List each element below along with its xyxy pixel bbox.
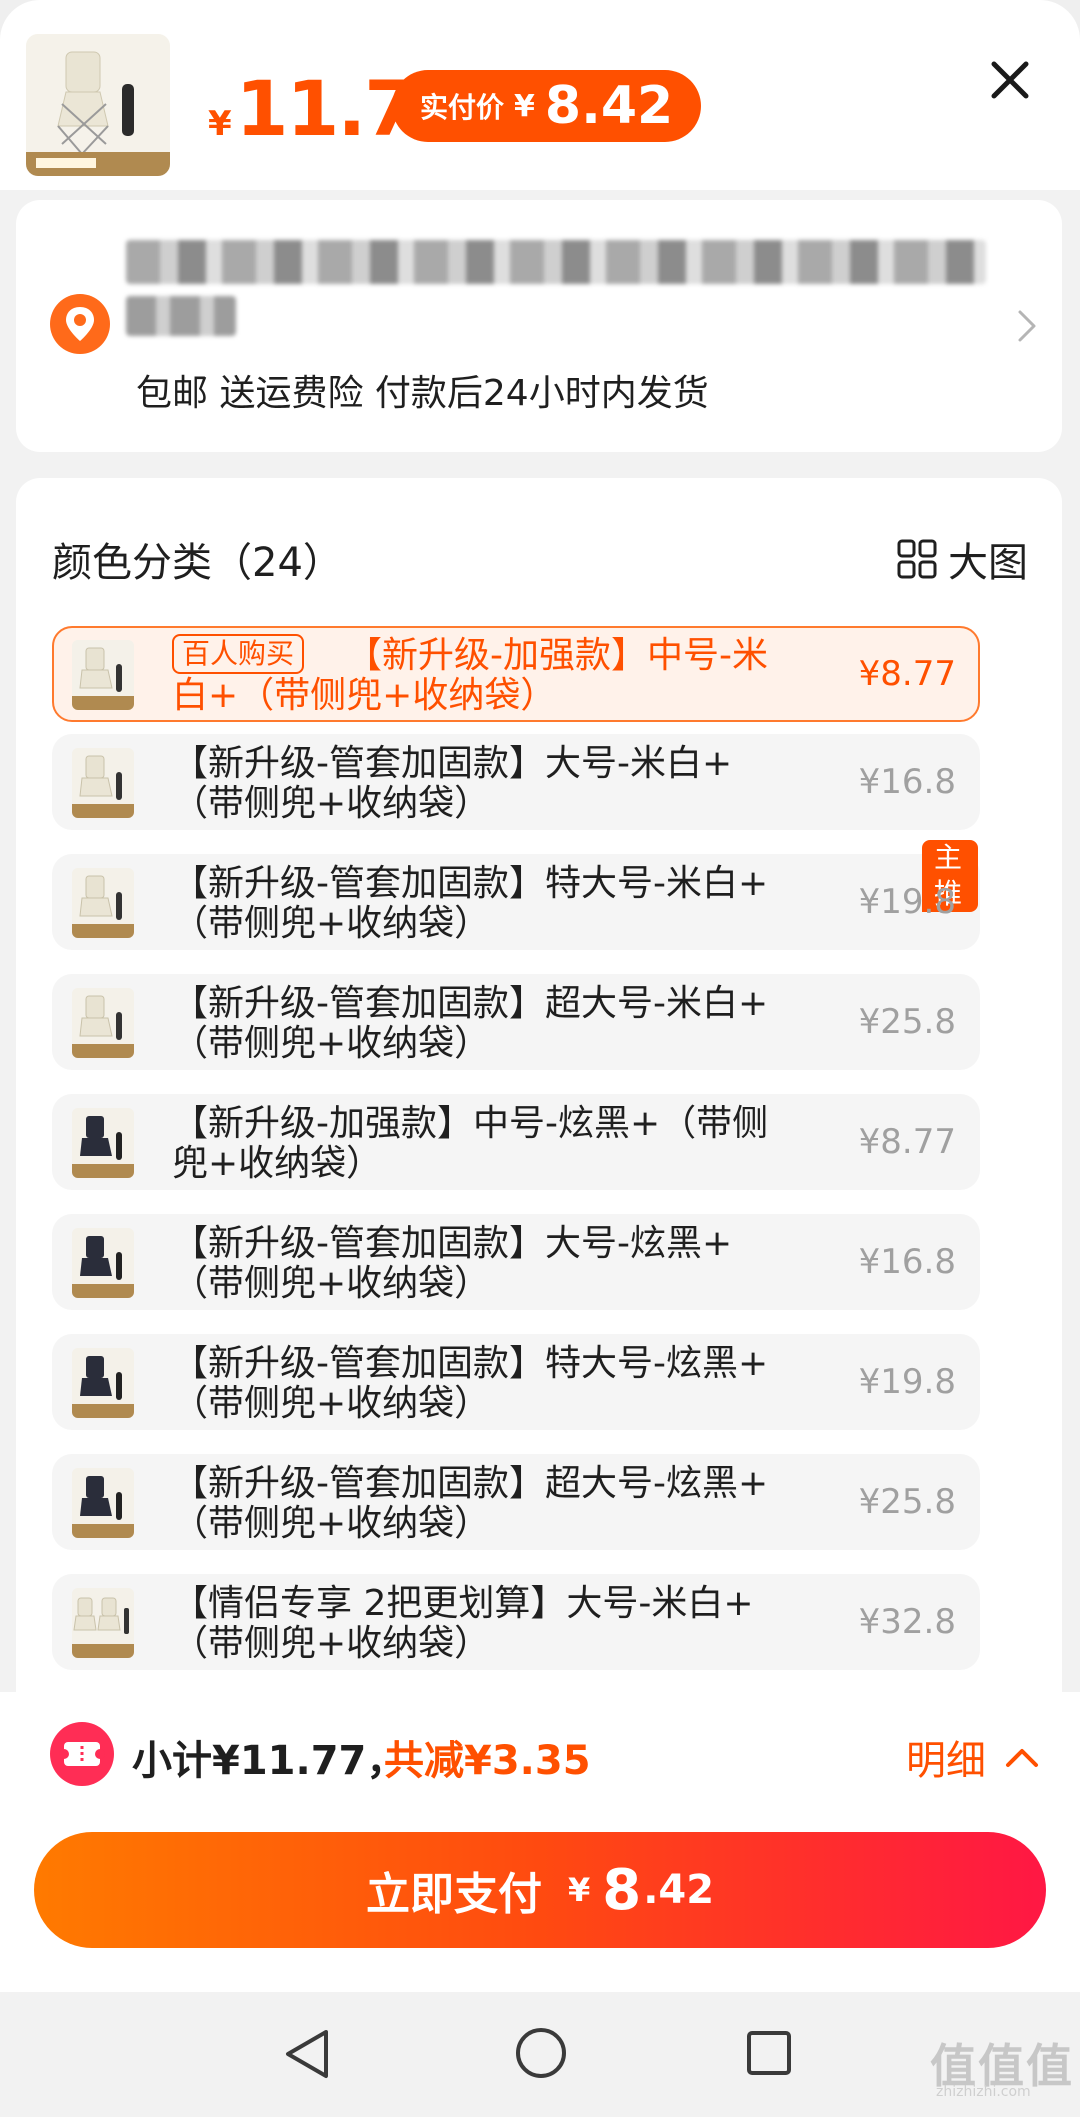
big-image-label: 大图 [948,540,1028,586]
variant-thumbnail [72,1468,134,1538]
variant-option[interactable]: 百人购买 【新升级-加强款】中号-米白+（带侧兜+收纳袋） ¥8.77 [52,626,980,722]
actual-pay-currency: ¥ [514,88,535,124]
discount-text: 共减¥3.35 [384,1738,591,1784]
variant-name: 【新升级-加强款】中号-炫黑+（带侧兜+收纳袋） [172,1103,769,1184]
variant-option[interactable]: 【新升级-管套加固款】特大号-炫黑+（带侧兜+收纳袋） ¥19.8 [52,1334,980,1430]
back-icon[interactable] [282,2026,332,2082]
variant-section-title: 颜色分类（24） [52,540,343,586]
variant-price: ¥16.8 [858,1242,956,1282]
variant-price: ¥16.8 [858,762,956,802]
location-pin-icon [50,294,110,354]
variant-thumbnail [72,1108,134,1178]
coupon-icon [50,1722,114,1786]
address-name-redacted [126,296,236,336]
variant-option[interactable]: 【新升级-管套加固款】超大号-米白+（带侧兜+收纳袋） ¥25.8 [52,974,980,1070]
checkout-footer: 小计¥11.77， 共减¥3.35 明细 立即支付 ¥ 8 .42 [0,1692,1080,1992]
variant-thumbnail [72,640,134,710]
variant-option[interactable]: 【新升级-管套加固款】大号-米白+（带侧兜+收纳袋） ¥16.8 [52,734,980,830]
details-button[interactable]: 明细 [906,1728,1040,1786]
variant-name-wrap: 百人购买 【新升级-加强款】中号-米白+（带侧兜+收纳袋） [172,634,792,716]
actual-pay-label: 实付价 [420,91,505,124]
variant-name: 【新升级-管套加固款】大号-炫黑+（带侧兜+收纳袋） [172,1223,733,1304]
sku-selector-sheet: ¥ 11.77 实付价 ¥ 8.42 包邮 送运费险 付款后24小时内发货 颜色… [0,0,1080,2117]
address-line-redacted [126,240,986,284]
chevron-right-icon[interactable] [1012,306,1042,346]
close-icon[interactable] [986,56,1034,104]
grid-icon [897,539,937,579]
variant-thumbnail [72,1588,134,1658]
variant-price: ¥8.77 [858,1122,956,1162]
shipping-info: 包邮 送运费险 付款后24小时内发货 [136,373,709,414]
pay-now-decimal: .42 [643,1867,715,1913]
pay-now-button[interactable]: 立即支付 ¥ 8 .42 [34,1832,1046,1948]
variant-thumbnail [72,748,134,818]
variant-name: 【新升级-管套加固款】特大号-米白+（带侧兜+收纳袋） [172,863,769,944]
variant-option[interactable]: 【情侣专享 2把更划算】大号-米白+（带侧兜+收纳袋） ¥32.8 [52,1574,980,1670]
variant-price: ¥25.8 [858,1002,956,1042]
chevron-up-icon [1006,1749,1038,1767]
system-nav-bar: 值值值 zhizhizhi.com [0,1992,1080,2117]
variant-name: 【新升级-管套加固款】超大号-炫黑+（带侧兜+收纳袋） [172,1463,769,1544]
product-thumbnail[interactable] [26,34,170,176]
variant-option[interactable]: 【新升级-加强款】中号-炫黑+（带侧兜+收纳袋） ¥8.77 [52,1094,980,1190]
variant-price: ¥19.8 [858,882,956,922]
variant-price: ¥8.77 [858,654,956,694]
pay-now-integer: 8 [602,1857,642,1923]
variant-name: 【新升级-管套加固款】特大号-炫黑+（带侧兜+收纳袋） [172,1343,769,1424]
variant-name: 【新升级-管套加固款】超大号-米白+（带侧兜+收纳袋） [172,983,769,1064]
pay-now-currency: ¥ [567,1871,591,1909]
variant-thumbnail [72,988,134,1058]
sheet-header: ¥ 11.77 实付价 ¥ 8.42 [0,0,1080,190]
variant-thumbnail [72,1348,134,1418]
variant-price: ¥19.8 [858,1362,956,1402]
variant-name: 【情侣专享 2把更划算】大号-米白+（带侧兜+收纳袋） [172,1583,754,1664]
price-currency: ¥ [208,104,232,144]
actual-pay-value: 8.42 [544,76,674,136]
variant-option[interactable]: 【新升级-管套加固款】超大号-炫黑+（带侧兜+收纳袋） ¥25.8 [52,1454,980,1550]
address-card[interactable]: 包邮 送运费险 付款后24小时内发货 [16,200,1062,452]
home-icon[interactable] [514,2026,568,2080]
watermark-url: zhizhizhi.com [936,2084,1031,2100]
variant-option[interactable]: 主推 【新升级-管套加固款】特大号-米白+（带侧兜+收纳袋） ¥19.8 [52,840,980,950]
recent-apps-icon[interactable] [744,2028,794,2078]
variant-card: 颜色分类（24） 大图 百人购买 【新升级-加强款】中号-米白+（带侧兜+收纳袋）… [16,478,1062,1718]
pay-now-label: 立即支付 [365,1869,542,1920]
popularity-badge: 百人购买 [172,634,305,674]
variant-price: ¥25.8 [858,1482,956,1522]
big-image-toggle[interactable]: 大图 [896,530,1028,588]
actual-pay-badge: 实付价 ¥ 8.42 [392,70,702,142]
variant-option[interactable]: 【新升级-管套加固款】大号-炫黑+（带侧兜+收纳袋） ¥16.8 [52,1214,980,1310]
variant-thumbnail [72,1228,134,1298]
details-label: 明细 [906,1738,986,1784]
variant-price: ¥32.8 [858,1602,956,1642]
subtotal-text: 小计¥11.77， [132,1738,407,1784]
variant-name: 【新升级-管套加固款】大号-米白+（带侧兜+收纳袋） [172,743,733,824]
variant-thumbnail [72,868,134,938]
